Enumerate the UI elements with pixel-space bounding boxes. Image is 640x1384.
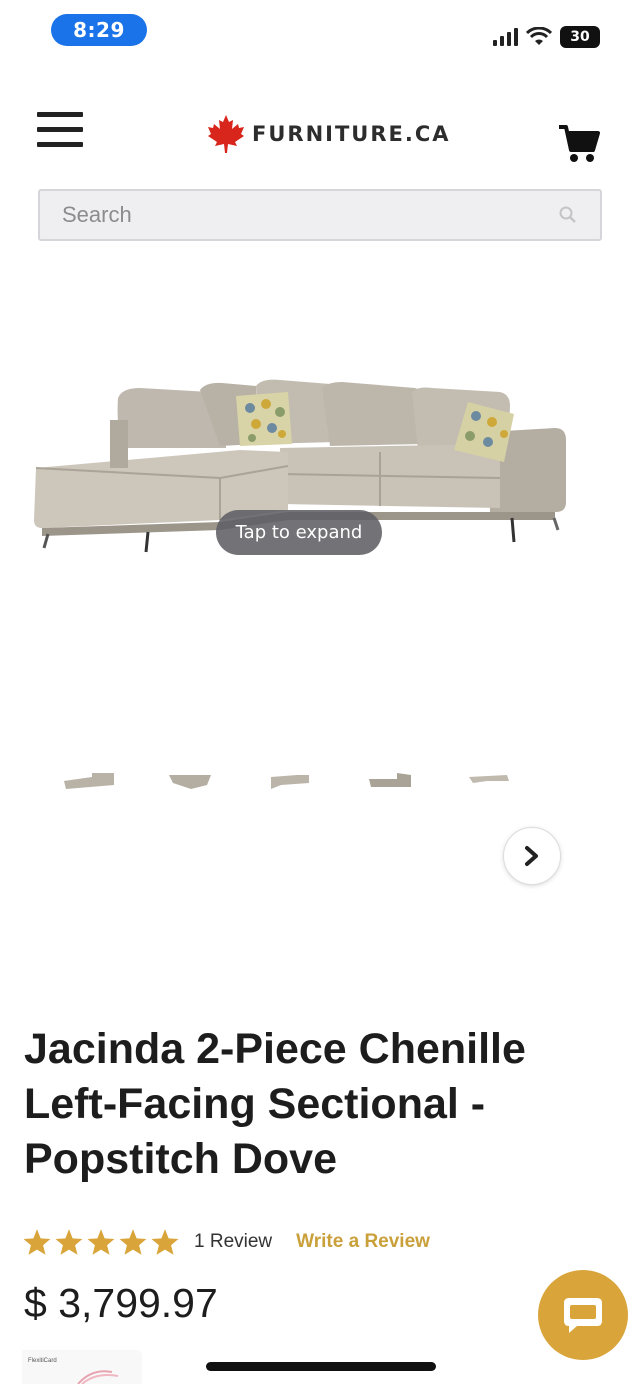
thumbnail-strip (40, 760, 540, 800)
maple-leaf-icon (208, 115, 244, 153)
chat-bubble-icon (564, 1298, 602, 1333)
thumbnail-4[interactable] (340, 760, 440, 800)
thumbnail-5[interactable] (440, 760, 540, 800)
product-price: $ 3,799.97 (24, 1280, 218, 1326)
star-icon (23, 1229, 51, 1255)
thumbnail-3[interactable] (240, 760, 340, 800)
thumbnail-1[interactable] (40, 760, 140, 800)
star-icon (55, 1229, 83, 1255)
thumbnail-2[interactable] (140, 760, 240, 800)
status-time: 8:29 (51, 14, 147, 46)
star-icon (87, 1229, 115, 1255)
star-icon (151, 1229, 179, 1255)
search-bar[interactable] (38, 189, 602, 241)
write-review-link[interactable]: Write a Review (296, 1231, 430, 1253)
gallery-next-button[interactable] (503, 827, 561, 885)
chevron-right-icon (525, 846, 538, 866)
flexiti-card-promo[interactable]: FlexitiCard (22, 1350, 142, 1384)
battery-indicator: 30 (560, 26, 600, 48)
menu-icon[interactable] (37, 112, 83, 150)
chat-button[interactable] (538, 1270, 628, 1360)
pillow-left-icon (236, 392, 292, 446)
product-title: Jacinda 2-Piece Chenille Left-Facing Sec… (24, 1025, 526, 1183)
wifi-icon (526, 27, 552, 45)
star-rating[interactable] (22, 1228, 180, 1256)
rating-row: 1 Review Write a Review (22, 1225, 430, 1259)
star-icon (119, 1229, 147, 1255)
cart-icon[interactable] (558, 124, 600, 164)
brand-logo[interactable]: FURNITURE.CA (206, 112, 451, 156)
review-count-link[interactable]: 1 Review (194, 1231, 272, 1253)
signal-icon (493, 28, 518, 46)
status-indicators: 30 (493, 24, 600, 50)
home-indicator[interactable] (206, 1362, 436, 1371)
brand-name: FURNITURE.CA (252, 122, 451, 146)
card-swoosh-icon (77, 1370, 119, 1384)
tap-to-expand-button[interactable]: Tap to expand (216, 510, 382, 555)
search-icon[interactable] (558, 205, 578, 225)
search-input[interactable] (62, 202, 558, 228)
